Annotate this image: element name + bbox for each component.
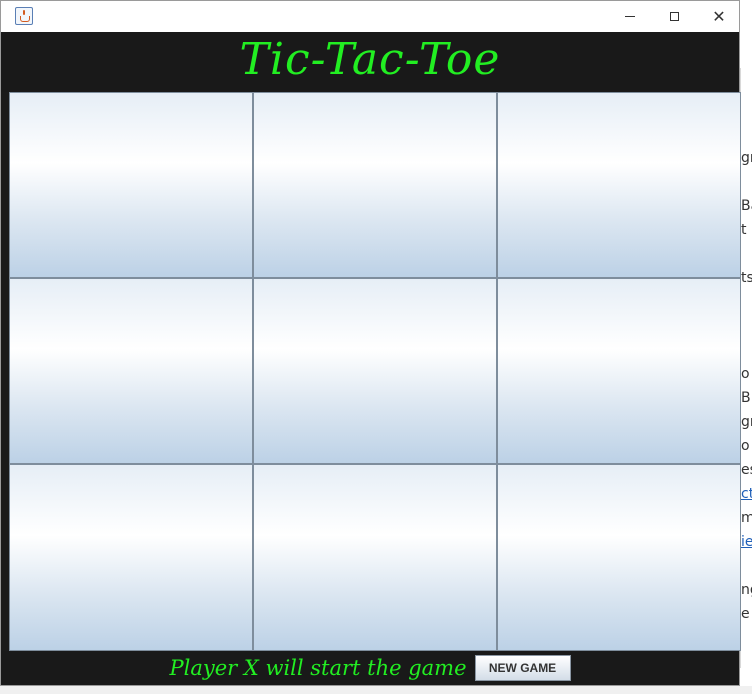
background-link-fragment: ie [741,534,752,550]
background-text-fragment: gr [741,414,752,430]
board-cell-3[interactable] [497,92,741,278]
board-cell-7[interactable] [9,464,253,651]
background-text-fragment: Ba [741,198,752,214]
background-text-fragment: o [741,366,750,382]
background-text-fragment: gr [741,150,752,166]
maximize-icon [669,12,679,21]
background-text-fragment: t [741,222,747,238]
game-title: Tic-Tac-Toe [239,33,501,85]
maximize-button[interactable] [651,1,697,32]
window-titlebar[interactable]: ✕ [1,1,739,32]
background-link-fragment: ct [741,486,752,502]
board-cell-9[interactable] [497,464,741,651]
board-cell-1[interactable] [9,92,253,278]
board-cell-5[interactable] [253,278,497,464]
board-cell-6[interactable] [497,278,741,464]
game-board [9,92,741,651]
game-header: Tic-Tac-Toe [1,32,739,92]
background-app-right-strip: gr Ba t ts o B gr o es ct m ie ng e [740,0,752,694]
tic-tac-toe-window: ✕ Tic-Tac-Toe Player X will start the ga… [0,0,741,686]
background-text-fragment: es [741,462,752,478]
status-message: Player X will start the game [169,656,467,680]
background-text-fragment: ts [741,270,752,286]
new-game-button[interactable]: NEW GAME [474,655,571,681]
close-button[interactable]: ✕ [696,1,742,32]
background-text-fragment: B [741,390,751,406]
java-cup-shape [20,16,30,22]
minimize-icon [625,16,635,17]
background-taskbar-strip [0,686,752,694]
background-text-fragment: e [741,606,750,622]
game-footer: Player X will start the game NEW GAME [1,651,739,685]
board-cell-8[interactable] [253,464,497,651]
background-text-fragment: ng [741,582,752,598]
background-text-fragment: o [741,438,750,454]
minimize-button[interactable] [607,1,653,32]
java-steam-shape [23,10,25,15]
background-text-fragment: m [741,510,752,526]
board-cell-4[interactable] [9,278,253,464]
java-cup-icon [15,7,33,25]
close-icon: ✕ [712,6,726,26]
board-cell-2[interactable] [253,92,497,278]
